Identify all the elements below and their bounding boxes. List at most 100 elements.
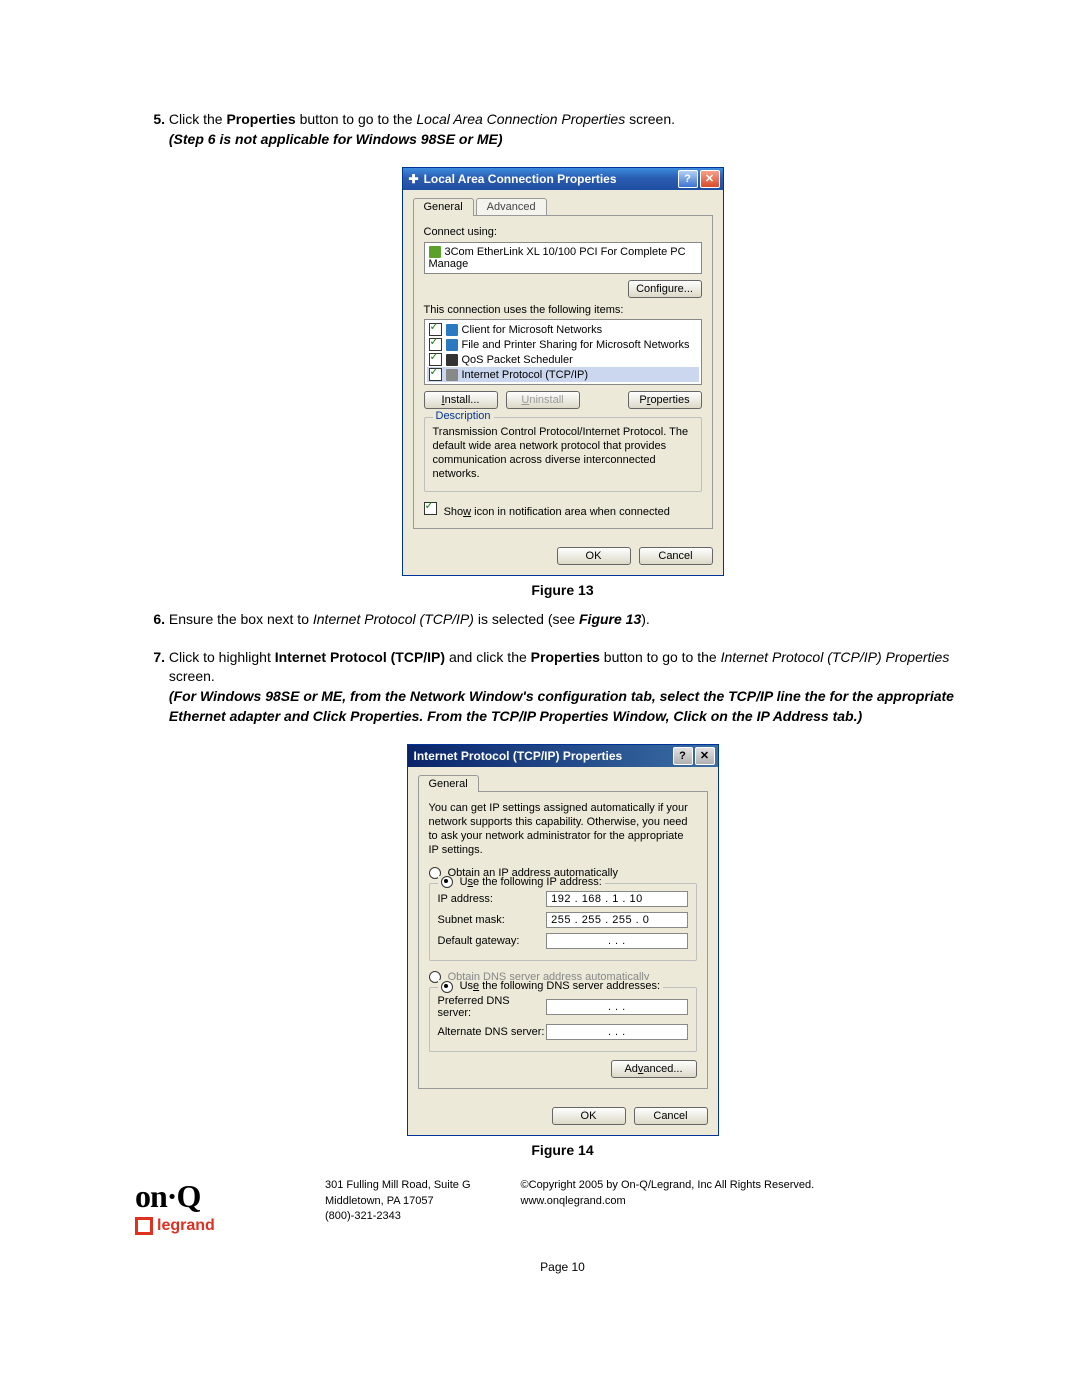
legrand-square-icon — [135, 1217, 153, 1235]
step-7-bold2: Properties — [531, 649, 600, 665]
figure-13-caption: Figure 13 — [135, 582, 990, 598]
step-6-mid: is selected (see — [474, 611, 579, 627]
step-5-post: screen. — [625, 111, 675, 127]
logo-area: on·Q legrand — [135, 1178, 325, 1235]
step-7-text: Click to highlight — [169, 649, 275, 665]
address-column: 301 Fulling Mill Road, Suite G Middletow… — [325, 1178, 471, 1224]
service-icon — [446, 324, 458, 336]
tabs: General Advanced — [413, 198, 713, 216]
step-7-post: screen. — [169, 668, 215, 684]
radio-manual-ip[interactable] — [441, 876, 453, 888]
step-7-note: (For Windows 98SE or ME, from the Networ… — [169, 688, 954, 724]
step-7-mid2: button to go to the — [600, 649, 721, 665]
step-5: 5. Click the Properties button to go to … — [135, 110, 990, 149]
info-text: You can get IP settings assigned automat… — [429, 802, 697, 857]
cancel-button[interactable]: Cancel — [634, 1107, 708, 1125]
step-7-bold1: Internet Protocol (TCP/IP) — [275, 649, 445, 665]
show-icon-checkbox[interactable] — [424, 502, 437, 515]
legrand-word: legrand — [157, 1217, 215, 1235]
copyright-text: ©Copyright 2005 by On-Q/Legrand, Inc All… — [521, 1179, 815, 1191]
list-item-tcpip: Internet Protocol (TCP/IP) — [462, 369, 589, 381]
checkbox[interactable] — [429, 338, 442, 351]
subnet-mask-field[interactable]: 255 . 255 . 255 . 0 — [546, 912, 687, 928]
step-5-mid: button to go to the — [296, 111, 417, 127]
service-icon — [446, 354, 458, 366]
step-6-figref: Figure 13 — [579, 611, 641, 627]
default-gateway-field[interactable]: . . . — [546, 933, 687, 949]
checkbox[interactable] — [429, 368, 442, 381]
list-item: Client for Microsoft Networks — [462, 324, 603, 336]
adapter-field: 3Com EtherLink XL 10/100 PCI For Complet… — [424, 242, 702, 274]
description-text: Transmission Control Protocol/Internet P… — [433, 426, 693, 481]
alternate-dns-label: Alternate DNS server: — [438, 1026, 547, 1038]
nic-icon — [429, 246, 441, 258]
ip-address-field[interactable]: 192 . 168 . 1 . 10 — [546, 891, 687, 907]
step-5-text: Click the — [169, 111, 227, 127]
step-6-post: ). — [641, 611, 650, 627]
close-button[interactable]: ✕ — [700, 170, 720, 188]
preferred-dns-field[interactable]: . . . — [546, 999, 687, 1015]
configure-button[interactable]: Configure... — [628, 280, 702, 298]
step-5-italic: Local Area Connection Properties — [416, 111, 625, 127]
checkbox[interactable] — [429, 353, 442, 366]
tab-general[interactable]: General — [413, 198, 474, 216]
dialog-title: Internet Protocol (TCP/IP) Properties — [414, 749, 671, 763]
close-button[interactable]: ✕ — [695, 747, 715, 765]
titlebar: Internet Protocol (TCP/IP) Properties ? … — [408, 745, 718, 767]
manual-ip-legend: Use the following IP address: — [438, 876, 605, 888]
tab-general[interactable]: General — [418, 775, 479, 792]
subnet-mask-label: Subnet mask: — [438, 914, 547, 926]
properties-button[interactable]: Properties — [628, 391, 702, 409]
step-6-text: Ensure the box next to — [169, 611, 313, 627]
step-6: 6. Ensure the box next to Internet Proto… — [135, 610, 990, 630]
adapter-text: 3Com EtherLink XL 10/100 PCI For Complet… — [429, 246, 686, 270]
titlebar: ✚ Local Area Connection Properties ? ✕ — [403, 168, 723, 190]
manual-dns-legend: Use the following DNS server addresses: — [438, 980, 664, 992]
dialog-title: Local Area Connection Properties — [424, 172, 676, 186]
lac-properties-dialog: ✚ Local Area Connection Properties ? ✕ G… — [402, 167, 724, 576]
description-legend: Description — [433, 410, 494, 422]
cancel-button[interactable]: Cancel — [639, 547, 713, 565]
step-7: 7. Click to highlight Internet Protocol … — [135, 648, 990, 726]
onq-logo: on·Q — [135, 1178, 325, 1215]
protocol-icon — [446, 369, 458, 381]
default-gateway-label: Default gateway: — [438, 935, 547, 947]
list-item: QoS Packet Scheduler — [462, 354, 573, 366]
items-label: This connection uses the following items… — [424, 304, 702, 316]
ok-button[interactable]: OK — [552, 1107, 626, 1125]
description-group: Description Transmission Control Protoco… — [424, 417, 702, 492]
step-num: 5. — [135, 110, 165, 130]
service-icon — [446, 339, 458, 351]
checkbox[interactable] — [429, 323, 442, 336]
items-list[interactable]: Client for Microsoft Networks File and P… — [424, 319, 702, 385]
ok-button[interactable]: OK — [557, 547, 631, 565]
step-5-bold: Properties — [226, 111, 295, 127]
step-7-italic: Internet Protocol (TCP/IP) Properties — [721, 649, 950, 665]
plus-icon: ✚ — [409, 172, 419, 186]
page-number: Page 10 — [135, 1260, 990, 1274]
step-num: 7. — [135, 648, 165, 668]
step-6-italic: Internet Protocol (TCP/IP) — [313, 611, 474, 627]
list-item: File and Printer Sharing for Microsoft N… — [462, 339, 690, 351]
legrand-logo: legrand — [135, 1217, 325, 1235]
address-line3: (800)-321-2343 — [325, 1210, 401, 1222]
tab-advanced[interactable]: Advanced — [476, 198, 547, 216]
alternate-dns-field[interactable]: . . . — [546, 1024, 687, 1040]
tcpip-properties-dialog: Internet Protocol (TCP/IP) Properties ? … — [407, 744, 719, 1136]
preferred-dns-label: Preferred DNS server: — [438, 995, 547, 1019]
connect-using-label: Connect using: — [424, 226, 702, 238]
website-text: www.onqlegrand.com — [521, 1195, 626, 1207]
uninstall-button[interactable]: Uninstall — [506, 391, 580, 409]
radio-manual-dns[interactable] — [441, 981, 453, 993]
copyright-column: ©Copyright 2005 by On-Q/Legrand, Inc All… — [521, 1178, 815, 1224]
ip-address-label: IP address: — [438, 893, 547, 905]
help-button[interactable]: ? — [678, 170, 698, 188]
help-button[interactable]: ? — [673, 747, 693, 765]
footer: on·Q legrand 301 Fulling Mill Road, Suit… — [135, 1178, 990, 1235]
step-5-note: (Step 6 is not applicable for Windows 98… — [169, 131, 503, 147]
show-icon-label: Show icon in notification area when conn… — [444, 506, 670, 518]
install-button[interactable]: Install... — [424, 391, 498, 409]
figure-14-caption: Figure 14 — [135, 1142, 990, 1158]
advanced-button[interactable]: Advanced... — [611, 1060, 697, 1078]
step-7-mid1data: and click the — [445, 649, 531, 665]
